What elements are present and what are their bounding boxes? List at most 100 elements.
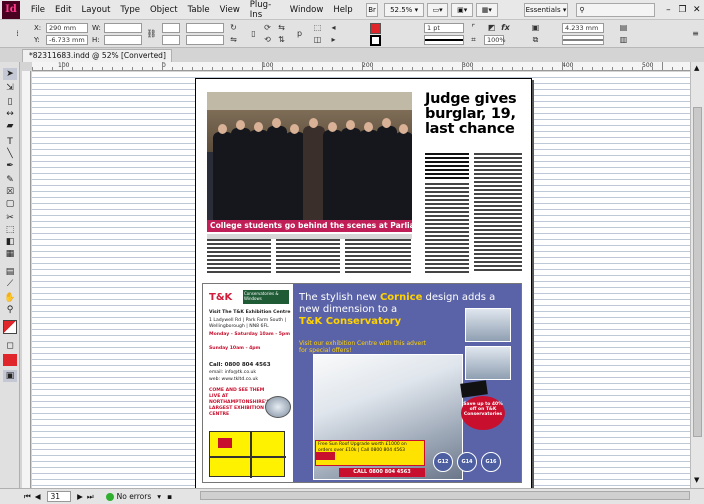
type-tool-icon[interactable]: T xyxy=(3,136,17,148)
select-previous-icon[interactable]: ◂ xyxy=(328,22,339,33)
page-number-field[interactable]: 31 xyxy=(46,491,72,502)
width-field[interactable] xyxy=(104,23,142,33)
stroke-weight-field[interactable]: 1 pt xyxy=(424,23,464,33)
gap-tool-icon[interactable]: ↔ xyxy=(3,108,17,120)
paragraph-icon[interactable]: p xyxy=(294,28,305,39)
arrange-documents-button[interactable]: ▦▾ xyxy=(476,2,498,17)
constrain-proportions-icon[interactable]: ⛓ xyxy=(146,28,157,39)
rotate-ccw-icon[interactable]: ⟲ xyxy=(262,34,273,45)
fx-icon[interactable]: fx xyxy=(500,22,511,33)
preflight-menu-icon[interactable]: ▾ xyxy=(157,492,161,501)
stroke-type-field[interactable] xyxy=(424,35,464,45)
eyedropper-tool-icon[interactable]: ⟋ xyxy=(3,278,17,290)
line-tool-icon[interactable]: ╲ xyxy=(3,148,17,160)
gradient-feather-tool-icon[interactable]: ▦ xyxy=(3,248,17,260)
fill-swatch-icon[interactable] xyxy=(370,23,381,34)
bridge-button[interactable]: Br xyxy=(365,2,379,17)
fill-stroke-icon[interactable] xyxy=(3,320,17,334)
pen-tool-icon[interactable]: ✒ xyxy=(3,160,17,172)
restore-icon[interactable]: ❐ xyxy=(675,3,689,17)
size-field[interactable]: 4.233 mm xyxy=(562,23,604,33)
news-photo[interactable] xyxy=(207,92,412,220)
frame-fitting-icon[interactable]: ▤ xyxy=(618,22,629,33)
scissors-tool-icon[interactable]: ✂ xyxy=(3,212,17,224)
y-position-field[interactable]: -6.733 mm xyxy=(46,35,88,45)
vertical-scrollbar[interactable]: ▲ ▼ xyxy=(690,62,704,488)
menu-object[interactable]: Object xyxy=(145,5,183,15)
formatting-container-icon[interactable]: ◻ xyxy=(3,340,17,352)
menu-table[interactable]: Table xyxy=(183,5,215,15)
corner-icon[interactable]: ⌜ xyxy=(468,22,479,33)
tk-advert[interactable]: T&K Conservatories & Windows Visit The T… xyxy=(202,283,522,483)
flip-vertical-icon[interactable]: ⇅ xyxy=(276,34,287,45)
select-next-icon[interactable]: ▸ xyxy=(328,34,339,45)
menu-help[interactable]: Help xyxy=(328,5,357,15)
view-options-button[interactable]: ▭▾ xyxy=(426,2,449,17)
content-collector-icon[interactable]: ▰ xyxy=(3,120,17,132)
page-nav-last-icon[interactable]: ⏭ xyxy=(87,492,94,502)
x-position-field[interactable]: 290 mm xyxy=(46,23,88,33)
story-headline[interactable]: Judge gives burglar, 19, last chance xyxy=(425,92,525,137)
zoom-tool-icon[interactable]: ⚲ xyxy=(3,304,17,316)
page-tool-icon[interactable]: ▯ xyxy=(3,96,17,108)
photo-caption[interactable]: College students go behind the scenes at… xyxy=(207,220,412,232)
workspace-switcher[interactable]: Essentials ▾ xyxy=(523,2,569,17)
rotation-field[interactable] xyxy=(186,23,224,33)
rectangle-tool-icon[interactable]: ▢ xyxy=(3,198,17,210)
menu-layout[interactable]: Layout xyxy=(77,5,116,15)
select-content-icon[interactable]: ◫ xyxy=(312,34,323,45)
fitting-icon[interactable]: ⧉ xyxy=(530,34,541,45)
scroll-down-icon[interactable]: ▼ xyxy=(694,476,699,484)
screen-mode-button[interactable]: ▣▾ xyxy=(451,2,473,17)
panel-menu-icon[interactable]: ≡ xyxy=(690,28,701,39)
stroke-style-icon[interactable]: ▯ xyxy=(248,28,259,39)
page-nav-prev-icon[interactable]: ◀ xyxy=(35,492,41,501)
horizontal-scroll-thumb[interactable] xyxy=(200,491,690,500)
flip-icon[interactable]: ⇋ xyxy=(228,34,239,45)
page-nav-first-icon[interactable]: ⏮ xyxy=(24,492,31,502)
drop-shadow-icon[interactable]: ▣ xyxy=(530,22,541,33)
menu-type[interactable]: Type xyxy=(115,5,145,15)
rotate-cw-icon[interactable]: ⟳ xyxy=(262,22,273,33)
direct-selection-tool-icon[interactable]: ⇲ xyxy=(3,82,17,94)
text-wrap-icon[interactable]: ⌗ xyxy=(468,34,479,45)
preflight-status[interactable]: No errors xyxy=(117,492,152,501)
shear-field[interactable] xyxy=(186,35,224,45)
free-transform-tool-icon[interactable]: ⬚ xyxy=(3,224,17,236)
minimize-icon[interactable]: – xyxy=(661,3,675,17)
content-fitting-icon[interactable]: ▥ xyxy=(618,34,629,45)
close-icon[interactable]: ✕ xyxy=(690,3,704,17)
document-page[interactable]: College students go behind the scenes at… xyxy=(195,78,532,488)
scroll-up-icon[interactable]: ▲ xyxy=(694,64,699,72)
opacity-field[interactable]: 100% xyxy=(484,35,506,45)
menu-plugins[interactable]: Plug-Ins xyxy=(245,0,285,20)
stroke-swatch-icon[interactable] xyxy=(370,35,381,46)
hand-tool-icon[interactable]: ✋ xyxy=(3,292,17,304)
selection-tool-icon[interactable]: ➤ xyxy=(3,68,17,80)
menu-edit[interactable]: Edit xyxy=(50,5,76,15)
apply-color-icon[interactable] xyxy=(3,354,17,366)
select-container-icon[interactable]: ⬚ xyxy=(312,22,323,33)
menu-window[interactable]: Window xyxy=(285,5,329,15)
vertical-scroll-thumb[interactable] xyxy=(693,107,702,437)
search-input[interactable]: ⚲ xyxy=(576,2,656,17)
rectangle-frame-tool-icon[interactable]: ☒ xyxy=(3,186,17,198)
note-tool-icon[interactable]: ▤ xyxy=(3,266,17,278)
pencil-tool-icon[interactable]: ✎ xyxy=(3,174,17,186)
zoom-level-select[interactable]: 52.5% ▾ xyxy=(384,2,424,17)
menu-view[interactable]: View xyxy=(215,5,245,15)
rotate-icon[interactable]: ↻ xyxy=(228,22,239,33)
menu-file[interactable]: File xyxy=(26,5,50,15)
document-tab[interactable]: *82311683.indd @ 52% [Converted] × xyxy=(22,49,172,72)
effects-icon[interactable]: ◩ xyxy=(486,22,497,33)
scale-x-field[interactable] xyxy=(162,23,180,33)
page-nav-next-icon[interactable]: ▶ xyxy=(77,492,83,501)
reference-point-icon[interactable]: ⁞ xyxy=(12,28,23,39)
height-field[interactable] xyxy=(104,35,142,45)
stroke-line-field[interactable] xyxy=(562,35,604,45)
scale-y-field[interactable] xyxy=(162,35,180,45)
open-in-folder-icon[interactable]: ▪ xyxy=(167,492,172,501)
screen-mode-icon[interactable]: ▣ xyxy=(3,370,17,382)
flip-horizontal-icon[interactable]: ⇆ xyxy=(276,22,287,33)
gradient-tool-icon[interactable]: ◧ xyxy=(3,236,17,248)
